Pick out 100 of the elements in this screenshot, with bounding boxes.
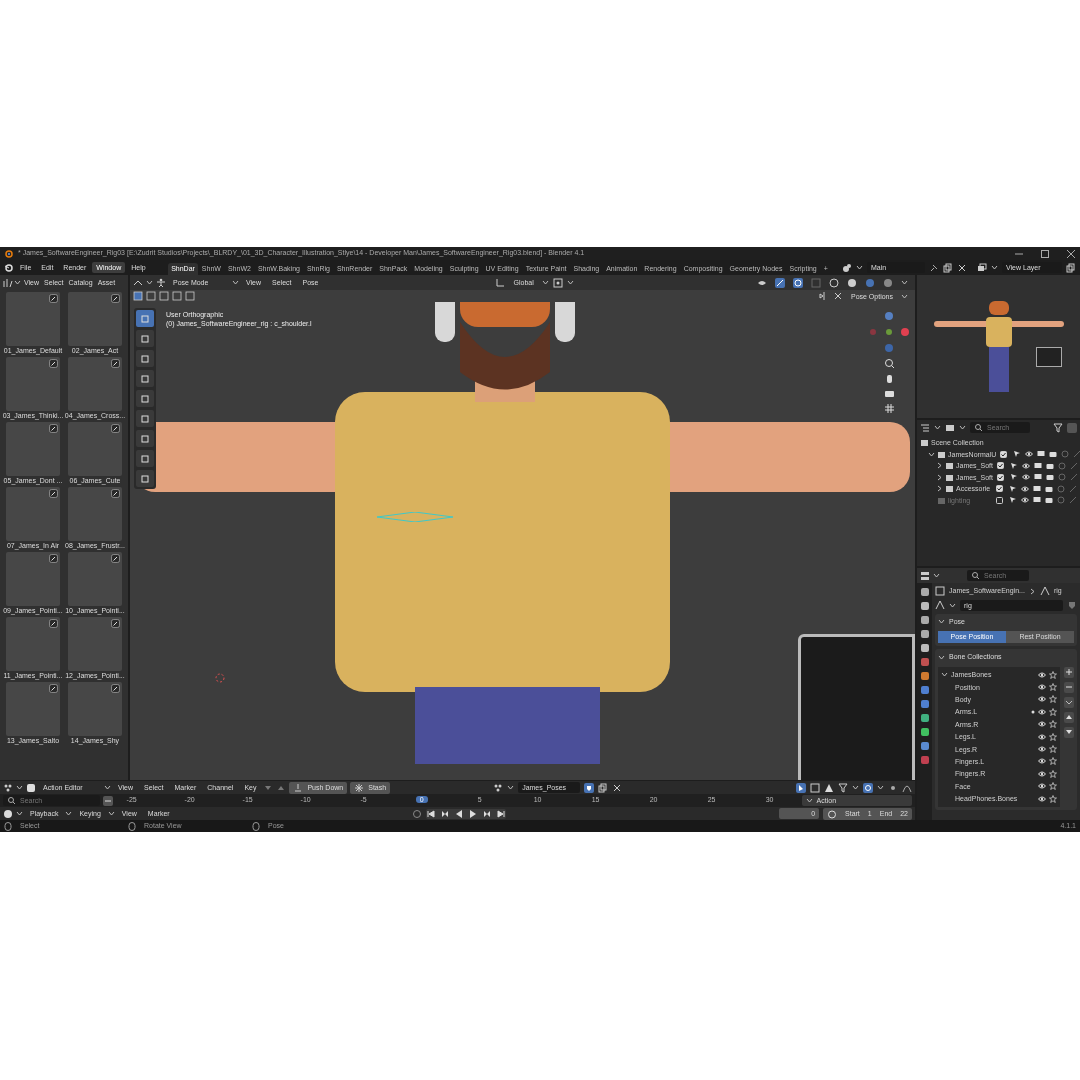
caret-icon[interactable] (232, 279, 239, 286)
edit-icon[interactable] (49, 554, 58, 563)
pose-thumbnail[interactable] (68, 682, 122, 736)
caret-icon[interactable] (65, 810, 73, 817)
pose-thumbnail[interactable] (68, 292, 122, 346)
pose-thumbnail[interactable] (6, 682, 60, 736)
caret-icon[interactable] (856, 264, 863, 271)
close-icon[interactable] (832, 291, 843, 301)
checkbox[interactable] (996, 496, 1003, 504)
properties-tab-icon[interactable] (919, 615, 930, 625)
caret-icon[interactable] (507, 784, 515, 791)
caret-icon[interactable] (14, 279, 21, 286)
checkbox[interactable] (996, 462, 1004, 470)
tool-button[interactable] (136, 370, 154, 387)
properties-tab-icon[interactable] (919, 657, 930, 667)
properties-tab-icon[interactable] (919, 685, 930, 695)
copy-icon[interactable] (943, 262, 953, 273)
eye-icon[interactable] (1021, 484, 1029, 493)
warning-icon[interactable] (824, 782, 834, 793)
playback-icon[interactable] (3, 808, 13, 819)
edit-icon[interactable] (49, 359, 58, 368)
caret-icon[interactable] (541, 279, 549, 286)
edit-icon[interactable] (49, 489, 58, 498)
copy-icon[interactable] (1066, 262, 1076, 273)
star-icon[interactable] (1049, 757, 1057, 766)
pose-thumbnail[interactable] (68, 487, 122, 541)
star-icon[interactable] (1049, 732, 1057, 741)
close-icon[interactable] (1066, 248, 1076, 259)
star-icon[interactable] (1049, 707, 1057, 716)
properties-editor-icon[interactable] (920, 570, 930, 581)
properties-tab-icon[interactable] (919, 671, 930, 681)
caret-icon[interactable] (16, 810, 23, 817)
display-mode-icon[interactable] (945, 422, 955, 433)
edit-icon[interactable] (111, 684, 120, 693)
star-icon[interactable] (1049, 670, 1057, 679)
jump-start-icon[interactable] (425, 808, 436, 819)
eye-icon[interactable] (1038, 769, 1046, 778)
caret-icon[interactable] (104, 784, 111, 791)
edit-icon[interactable] (49, 684, 58, 693)
move-up-icon[interactable] (1064, 711, 1074, 723)
caret-icon[interactable] (959, 424, 966, 431)
properties-tab-icon[interactable] (919, 587, 930, 597)
eye-icon[interactable] (1038, 720, 1046, 729)
caret-icon[interactable] (107, 810, 115, 817)
eye-icon[interactable] (1038, 782, 1046, 791)
fake-user-icon[interactable] (584, 782, 595, 793)
remove-icon[interactable] (1064, 681, 1074, 693)
edit-icon[interactable] (49, 294, 58, 303)
tool-button[interactable] (136, 330, 154, 347)
eye-icon[interactable] (1038, 670, 1046, 679)
tool-button[interactable] (136, 390, 154, 407)
eye-icon[interactable] (1038, 745, 1046, 754)
overlay-icon[interactable] (793, 277, 803, 288)
gizmo-icon[interactable] (775, 277, 785, 288)
selection-icon[interactable] (810, 782, 820, 793)
pose-thumbnail[interactable] (68, 422, 122, 476)
armature-data-icon[interactable] (935, 600, 945, 610)
pose-thumbnail[interactable] (6, 552, 60, 606)
outliner-icon[interactable] (920, 422, 930, 433)
star-icon[interactable] (1049, 745, 1057, 754)
eye-icon[interactable] (1025, 450, 1034, 459)
caret-icon[interactable] (16, 784, 23, 791)
editor-type-icon[interactable] (3, 782, 13, 793)
eye-icon[interactable] (1038, 683, 1046, 692)
asset-browser-icon[interactable] (3, 277, 13, 288)
pose-thumbnail[interactable] (6, 292, 60, 346)
checkbox[interactable] (996, 485, 1003, 493)
properties-tab-icon[interactable] (919, 629, 930, 639)
pose-thumbnail[interactable] (6, 357, 60, 411)
properties-tab-icon[interactable] (919, 741, 930, 751)
stopwatch-icon[interactable] (827, 808, 838, 819)
caret-icon[interactable] (949, 601, 956, 609)
checkbox[interactable] (996, 473, 1004, 481)
properties-tab-icon[interactable] (919, 601, 930, 611)
star-icon[interactable] (1049, 782, 1057, 791)
eye-icon[interactable] (1021, 473, 1030, 482)
eye-icon[interactable] (1038, 695, 1046, 704)
filter-icon[interactable] (1053, 422, 1063, 433)
edit-icon[interactable] (111, 489, 120, 498)
pivot-icon[interactable] (552, 277, 563, 288)
edit-icon[interactable] (49, 619, 58, 628)
star-icon[interactable] (1049, 794, 1057, 803)
pose-thumbnail[interactable] (68, 357, 122, 411)
properties-tab-icon[interactable] (919, 699, 930, 709)
caret-icon[interactable] (934, 424, 941, 431)
star-icon[interactable] (1049, 695, 1057, 704)
caret-icon[interactable] (877, 784, 884, 791)
caret-icon[interactable] (933, 572, 940, 579)
navigation-gizmo-icon[interactable] (867, 310, 911, 354)
tool-button[interactable] (136, 430, 154, 447)
edit-icon[interactable] (111, 554, 120, 563)
solid-shading-icon[interactable] (847, 277, 857, 288)
grid-icon[interactable] (883, 403, 895, 414)
eye-icon[interactable] (1038, 732, 1046, 741)
caret-icon[interactable] (852, 784, 859, 791)
tool-button[interactable] (136, 470, 154, 487)
eye-icon[interactable] (1021, 461, 1030, 470)
scene-icon[interactable] (842, 262, 852, 273)
edit-icon[interactable] (111, 359, 120, 368)
caret-icon[interactable] (566, 279, 574, 286)
